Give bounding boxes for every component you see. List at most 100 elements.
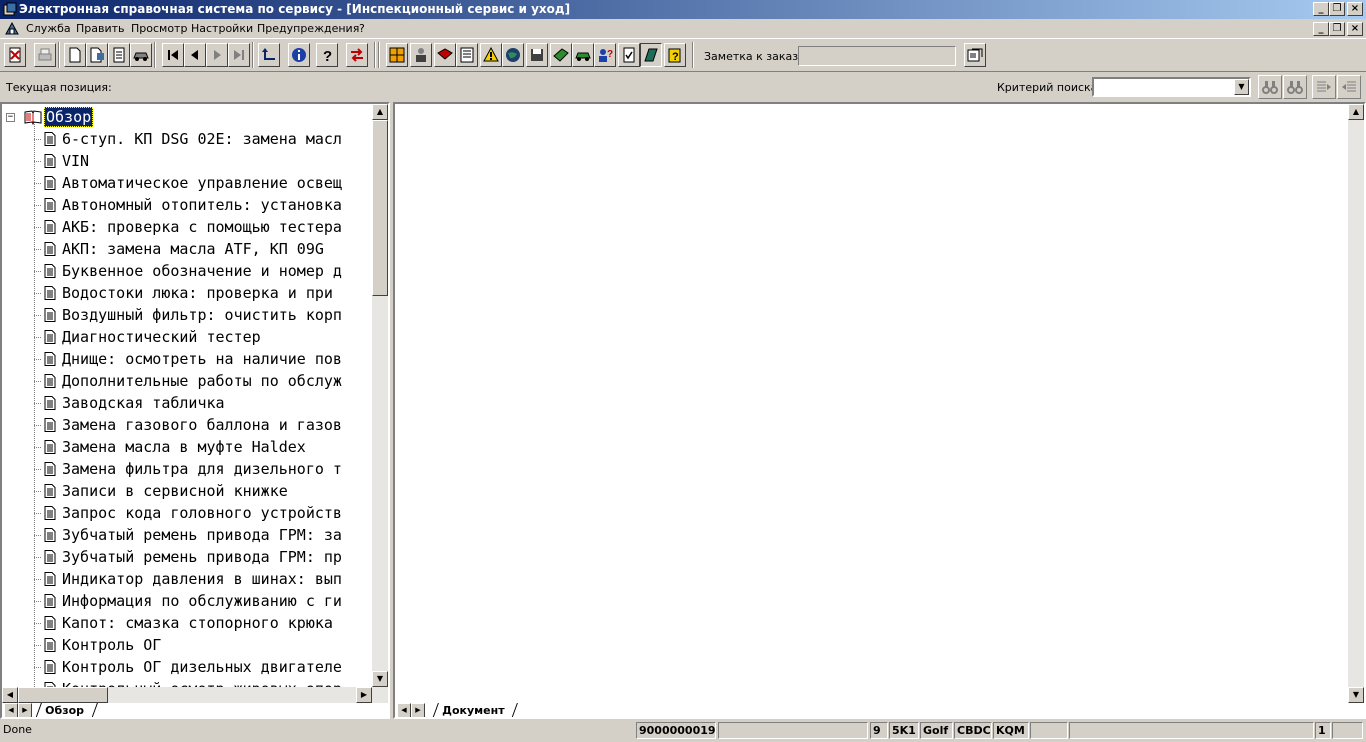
doc-restore-button[interactable]: ❐ <box>1329 22 1345 36</box>
doc-minimize-button[interactable]: _ <box>1313 22 1329 36</box>
status-panel-empty <box>1332 722 1363 739</box>
inquiry-button[interactable]: ? <box>594 43 616 67</box>
document-icon <box>44 572 56 586</box>
search-back-button[interactable] <box>1283 75 1307 99</box>
users-button[interactable] <box>410 43 432 67</box>
document-tabbar: ◀ ▶ Документ <box>397 703 1337 717</box>
menu-help[interactable]: ? <box>359 22 365 35</box>
status-gearbox-code: KQM <box>993 722 1029 739</box>
chevron-down-icon[interactable]: ▼ <box>1234 79 1249 95</box>
previous-page-button[interactable] <box>184 43 206 67</box>
document-window-icon[interactable] <box>4 21 20 36</box>
globe-button[interactable] <box>502 43 524 67</box>
warning-button[interactable] <box>480 43 502 67</box>
restore-button[interactable]: ❐ <box>1329 2 1345 16</box>
search-criteria-select[interactable]: ▼ <box>1092 77 1251 97</box>
menu-edit[interactable]: Править <box>76 22 125 35</box>
vehicle-button[interactable] <box>130 43 152 67</box>
tab-prev-icon[interactable]: ◀ <box>397 703 411 717</box>
menu-settings[interactable]: Настройки <box>191 22 253 35</box>
menu-view[interactable]: Просмотр <box>131 22 187 35</box>
scroll-thumb[interactable] <box>372 120 388 296</box>
tree-horizontal-scrollbar[interactable]: ◀ ▶ <box>2 687 388 703</box>
components-button[interactable] <box>386 43 408 67</box>
status-text: Done <box>3 723 32 736</box>
toolbar: ? ? ? Заметка к заказу: <box>0 38 1366 72</box>
next-page-button[interactable] <box>206 43 228 67</box>
list-button[interactable] <box>456 43 478 67</box>
tree-connector-line <box>34 183 42 184</box>
previous-hit-button[interactable] <box>1312 75 1336 99</box>
globe-icon <box>506 48 520 62</box>
tree-root-label[interactable]: Обзор <box>44 107 94 127</box>
open-book-icon <box>24 110 42 125</box>
status-model-code: 5K1 <box>889 722 919 739</box>
tree-item-label: АКБ: проверка с помощью тестера <box>62 218 342 236</box>
new-document-button[interactable] <box>64 43 86 67</box>
document-content <box>395 104 1348 687</box>
toolbar-separator <box>252 42 254 68</box>
tab-document[interactable]: Документ <box>432 703 519 717</box>
scroll-up-arrow[interactable]: ▲ <box>1348 104 1364 120</box>
close-button[interactable]: × <box>1347 2 1363 16</box>
scroll-down-arrow[interactable]: ▼ <box>1348 687 1364 703</box>
search-forward-button[interactable] <box>1258 75 1282 99</box>
green-car-button[interactable] <box>572 43 594 67</box>
open-document-button[interactable] <box>86 43 108 67</box>
tree-vertical-scrollbar[interactable]: ▲ ▼ <box>372 104 388 687</box>
open-document-icon <box>90 47 104 63</box>
collapse-icon[interactable]: − <box>6 113 15 122</box>
scroll-left-arrow[interactable]: ◀ <box>2 687 18 703</box>
tree-connector-line <box>34 513 42 514</box>
next-hit-button[interactable] <box>1337 75 1361 99</box>
checklist-button[interactable] <box>618 43 640 67</box>
book-help-button[interactable]: ? <box>664 43 686 67</box>
manual-button[interactable] <box>434 43 456 67</box>
minimize-button[interactable]: _ <box>1313 2 1329 16</box>
order-note-edit-button[interactable] <box>964 43 986 67</box>
notes-button[interactable] <box>108 43 130 67</box>
status-panel-empty <box>718 722 868 739</box>
info-button[interactable] <box>288 43 310 67</box>
document-icon <box>44 594 56 608</box>
service-button[interactable] <box>640 43 662 67</box>
scroll-right-arrow[interactable]: ▶ <box>356 687 372 703</box>
tab-document-label: Документ <box>442 704 505 717</box>
document-vertical-scrollbar[interactable]: ▲ ▼ <box>1348 104 1364 703</box>
tab-next-icon[interactable]: ▶ <box>18 703 32 717</box>
menu-service[interactable]: Служба <box>26 22 71 35</box>
exit-button[interactable] <box>4 43 26 67</box>
binoculars-icon <box>1262 81 1278 94</box>
print-button[interactable] <box>34 43 56 67</box>
tab-overview[interactable]: Обзор <box>35 703 98 717</box>
doc-close-button[interactable]: × <box>1347 22 1363 36</box>
document-icon <box>44 286 56 300</box>
toolbar-separator <box>58 42 60 68</box>
green-book-button[interactable] <box>550 43 572 67</box>
first-page-button[interactable] <box>162 43 184 67</box>
help-button[interactable]: ? <box>316 43 338 67</box>
tree-connector-line <box>34 139 42 140</box>
save-button[interactable] <box>526 43 548 67</box>
toolbar-separator <box>692 42 694 68</box>
tab-prev-icon[interactable]: ◀ <box>4 703 18 717</box>
disk-icon <box>531 49 543 61</box>
checklist-icon <box>623 47 635 63</box>
app-icon <box>3 2 17 16</box>
last-page-button[interactable] <box>228 43 250 67</box>
document-icon <box>44 220 56 234</box>
scroll-down-arrow[interactable]: ▼ <box>372 671 388 687</box>
scroll-up-arrow[interactable]: ▲ <box>372 104 388 120</box>
previous-page-icon <box>191 50 198 60</box>
tree-connector-line <box>34 227 42 228</box>
tab-next-icon[interactable]: ▶ <box>411 703 425 717</box>
tree-item-label: Заводская табличка <box>62 394 225 412</box>
back-button[interactable] <box>258 43 280 67</box>
status-model-year: 9 <box>870 722 888 739</box>
next-hit-icon <box>1342 81 1356 92</box>
tree-list[interactable]: − Обзор 6-ступ. КП DSG 02E: замена масл V… <box>2 104 374 687</box>
switch-button[interactable] <box>346 43 368 67</box>
horizontal-scroll-thumb[interactable] <box>18 687 108 703</box>
order-note-field[interactable] <box>798 46 956 66</box>
menu-warnings[interactable]: Предупреждения <box>257 22 359 35</box>
